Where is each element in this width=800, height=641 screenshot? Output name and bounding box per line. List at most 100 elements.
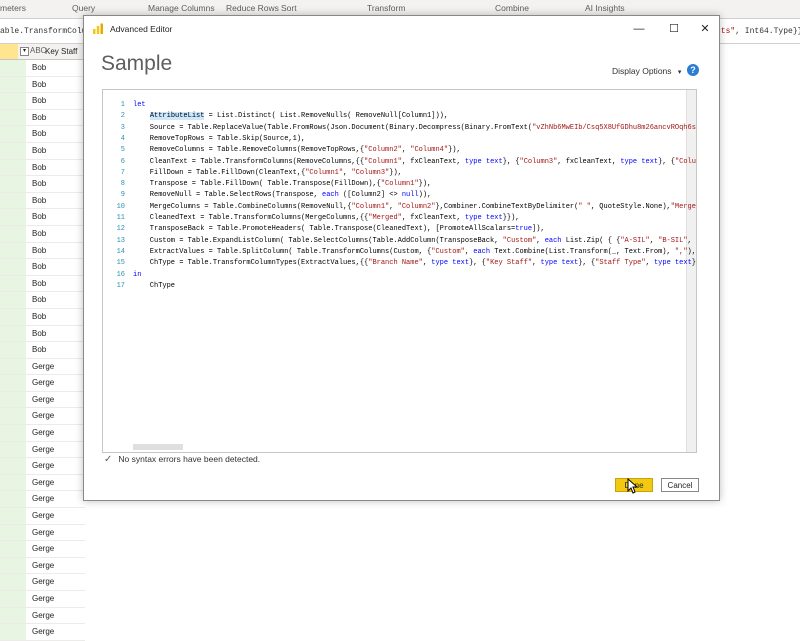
row-header[interactable] (0, 259, 26, 275)
maximize-button[interactable]: ☐ (664, 20, 684, 38)
code-line[interactable]: 1 let (103, 100, 696, 111)
table-row[interactable]: Bob (0, 192, 85, 210)
table-row[interactable]: Gerge (0, 541, 85, 558)
table-row[interactable]: Bob (0, 342, 85, 359)
table-row[interactable]: Gerge (0, 591, 85, 608)
cancel-button[interactable]: Cancel (661, 478, 699, 492)
row-header[interactable] (0, 60, 26, 76)
code-line[interactable]: 5 RemoveColumns = Table.RemoveColumns(Re… (103, 145, 696, 156)
code-line[interactable]: 9 RemoveNull = Table.SelectRows(Transpos… (103, 190, 696, 201)
table-row[interactable]: Bob (0, 126, 85, 143)
code-line[interactable]: 16 in (103, 270, 696, 281)
selected-column-cell[interactable] (0, 44, 18, 59)
column-menu-dropdown-icon[interactable]: ▾ (20, 47, 29, 56)
table-row[interactable]: Gerge (0, 375, 85, 392)
row-header[interactable] (0, 225, 26, 242)
row-header[interactable] (0, 126, 26, 142)
table-row[interactable]: Bob (0, 76, 85, 94)
row-header[interactable] (0, 541, 26, 557)
code-line[interactable]: 4 RemoveTopRows = Table.Skip(Source,1), (103, 134, 696, 145)
code-line[interactable]: 17 ChType (103, 281, 696, 292)
table-row[interactable]: Bob (0, 308, 85, 326)
row-header[interactable] (0, 159, 26, 176)
table-row[interactable]: Bob (0, 159, 85, 177)
row-header[interactable] (0, 325, 26, 342)
table-row[interactable]: Bob (0, 275, 85, 293)
horizontal-scrollbar-thumb[interactable] (133, 444, 183, 450)
code-line[interactable]: 12 TransposeBack = Table.PromoteHeaders(… (103, 224, 696, 235)
minimize-button[interactable]: — (629, 20, 649, 38)
table-row[interactable]: Gerge (0, 474, 85, 492)
row-header[interactable] (0, 242, 26, 259)
table-row[interactable]: Gerge (0, 574, 85, 591)
row-header[interactable] (0, 557, 26, 574)
row-header[interactable] (0, 142, 26, 159)
table-row[interactable]: Bob (0, 209, 85, 226)
dialog-titlebar[interactable]: Advanced Editor — ☐ ✕ (84, 16, 719, 42)
table-row[interactable]: Bob (0, 292, 85, 309)
code-line[interactable]: 3 Source = Table.ReplaceValue(Table.From… (103, 123, 696, 134)
table-row[interactable]: Bob (0, 325, 85, 343)
code-line[interactable]: 13 Custom = Table.ExpandListColumn( Tabl… (103, 236, 696, 247)
row-header[interactable] (0, 524, 26, 541)
code-editor[interactable]: 1 let 2 AttributeList = List.Distinct( Lis… (102, 89, 697, 453)
table-row[interactable]: Gerge (0, 458, 85, 475)
code-line[interactable]: 15 ChType = Table.TransformColumnTypes(E… (103, 258, 696, 269)
row-header[interactable] (0, 391, 26, 408)
table-row[interactable]: Gerge (0, 408, 85, 426)
table-row[interactable]: Gerge (0, 624, 85, 641)
display-options-button[interactable]: Display Options ▾ (612, 66, 681, 76)
table-row[interactable]: Gerge (0, 441, 85, 459)
row-header[interactable] (0, 292, 26, 308)
column-header-key-staff[interactable]: ▾ ABC Key Staff (0, 44, 85, 60)
table-row[interactable]: Gerge (0, 491, 85, 509)
row-header[interactable] (0, 607, 26, 624)
row-header[interactable] (0, 176, 26, 192)
row-header[interactable] (0, 275, 26, 292)
row-header[interactable] (0, 375, 26, 391)
row-header[interactable] (0, 342, 26, 358)
table-row[interactable]: Gerge (0, 508, 85, 525)
row-header[interactable] (0, 624, 26, 640)
code-line[interactable]: 8 Transpose = Table.FillDown( Table.Tran… (103, 179, 696, 190)
table-row[interactable]: Gerge (0, 425, 85, 442)
text-type-icon[interactable]: ABC (30, 46, 46, 55)
row-header[interactable] (0, 441, 26, 458)
row-header[interactable] (0, 308, 26, 325)
row-header[interactable] (0, 192, 26, 209)
code-line[interactable]: 14 ExtractValues = Table.SplitColumn( Ta… (103, 247, 696, 258)
close-button[interactable]: ✕ (695, 20, 715, 38)
table-row[interactable]: Bob (0, 93, 85, 110)
table-row[interactable]: Gerge (0, 391, 85, 409)
code-line[interactable]: 11 CleanedText = Table.TransformColumns(… (103, 213, 696, 224)
table-row[interactable]: Bob (0, 176, 85, 193)
row-header[interactable] (0, 425, 26, 441)
table-row[interactable]: Bob (0, 60, 85, 77)
row-header[interactable] (0, 508, 26, 524)
table-row[interactable]: Bob (0, 242, 85, 260)
table-row[interactable]: Bob (0, 259, 85, 276)
row-header[interactable] (0, 209, 26, 225)
table-row[interactable]: Gerge (0, 557, 85, 575)
row-header[interactable] (0, 491, 26, 508)
help-icon[interactable]: ? (687, 64, 699, 76)
code-line[interactable]: 2 AttributeList = List.Distinct( List.Re… (103, 111, 696, 122)
row-header[interactable] (0, 474, 26, 491)
table-row[interactable]: Bob (0, 109, 85, 127)
table-row[interactable]: Gerge (0, 524, 85, 542)
code-line[interactable]: 10 MergeColumns = Table.CombineColumns(R… (103, 202, 696, 213)
row-header[interactable] (0, 76, 26, 93)
row-header[interactable] (0, 574, 26, 590)
table-row[interactable]: Gerge (0, 358, 85, 376)
row-header[interactable] (0, 458, 26, 474)
code-line[interactable]: 6 CleanText = Table.TransformColumns(Rem… (103, 157, 696, 168)
table-row[interactable]: Bob (0, 225, 85, 243)
row-header[interactable] (0, 93, 26, 109)
table-row[interactable]: Bob (0, 142, 85, 160)
code-line[interactable]: 7 FillDown = Table.FillDown(CleanText,{"… (103, 168, 696, 179)
row-header[interactable] (0, 408, 26, 425)
row-header[interactable] (0, 358, 26, 375)
row-header[interactable] (0, 591, 26, 607)
row-header[interactable] (0, 109, 26, 126)
table-row[interactable]: Gerge (0, 607, 85, 625)
